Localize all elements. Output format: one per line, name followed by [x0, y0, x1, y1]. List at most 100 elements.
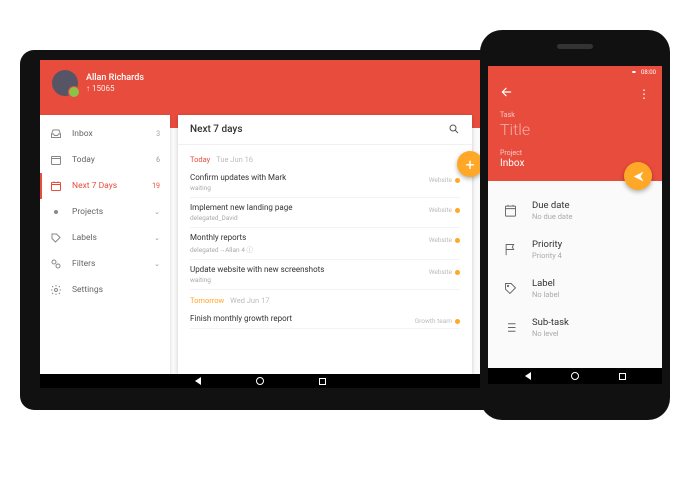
tablet-screen: Allan Richards ↑ 15065 Inbox 3 Today 6 — [40, 60, 480, 388]
calendar-week-icon — [50, 180, 62, 192]
task-tag: Website — [429, 176, 460, 184]
nav-back-icon[interactable] — [195, 377, 201, 385]
android-navbar — [488, 368, 662, 384]
user-profile[interactable]: Allan Richards ↑ 15065 — [52, 70, 144, 96]
sidebar-item-label: Projects — [72, 207, 103, 217]
sidebar-item-labels[interactable]: Labels ⌄ — [40, 225, 170, 251]
task-tag: Website — [429, 206, 460, 214]
option-due-date[interactable]: Due date No due date — [488, 191, 662, 230]
phone-topbar: ⋮ — [500, 84, 650, 103]
nav-home-icon[interactable] — [256, 377, 264, 385]
sidebar-item-label: Labels — [72, 233, 97, 243]
nav-back-icon[interactable] — [525, 372, 531, 380]
day-date: Tue Jun 16 — [216, 155, 253, 164]
task-tag: Website — [429, 236, 460, 244]
tag-icon — [502, 281, 518, 297]
day-heading-today: Today Tue Jun 16 — [190, 155, 460, 164]
option-label: Sub-task — [532, 317, 569, 328]
task-list: Today Tue Jun 16 Confirm updates with Ma… — [178, 145, 472, 333]
task-title: Implement new landing page — [190, 203, 460, 212]
send-icon — [632, 170, 645, 183]
option-label: Priority — [532, 239, 562, 250]
option-value: No label — [532, 290, 559, 299]
sidebar-item-count: 6 — [156, 156, 160, 164]
user-info: Allan Richards ↑ 15065 — [86, 73, 144, 93]
option-value: Priority 4 — [532, 251, 562, 260]
sidebar-item-label: Settings — [72, 285, 103, 295]
project-label: Project — [500, 149, 650, 157]
day-label: Tomorrow — [190, 296, 224, 305]
status-time: 08:00 — [641, 69, 656, 76]
sidebar-item-settings[interactable]: Settings — [40, 277, 170, 303]
task-sub: delegated_David — [190, 214, 460, 222]
phone-screen: 08:00 ⋮ Task Title Project Inbox Due dat… — [488, 66, 662, 384]
inbox-icon — [50, 128, 62, 140]
nav-home-icon[interactable] — [571, 372, 579, 380]
avatar — [52, 70, 78, 96]
more-icon[interactable]: ⋮ — [638, 91, 650, 97]
task-title-input[interactable]: Title — [500, 120, 650, 139]
sidebar-item-next7days[interactable]: Next 7 Days 19 — [40, 173, 170, 199]
task-options: Due date No due date Priority Priority 4… — [488, 181, 662, 357]
task-sub: waiting — [190, 276, 460, 284]
task-row[interactable]: Implement new landing page delegated_Dav… — [190, 198, 460, 228]
task-sub: waiting — [190, 184, 460, 192]
sidebar-item-label: Inbox — [72, 129, 93, 139]
tablet-body: Inbox 3 Today 6 Next 7 Days 19 Projects … — [40, 115, 480, 374]
phone-device: 08:00 ⋮ Task Title Project Inbox Due dat… — [480, 30, 670, 420]
sidebar-item-label: Today — [72, 155, 95, 165]
task-title: Confirm updates with Mark — [190, 173, 460, 182]
user-name: Allan Richards — [86, 73, 144, 84]
day-date: Wed Jun 17 — [230, 296, 269, 305]
day-heading-tomorrow: Tomorrow Wed Jun 17 — [190, 296, 460, 305]
label-icon — [50, 232, 62, 244]
flag-icon — [502, 242, 518, 258]
calendar-icon — [502, 203, 518, 219]
option-label: Label — [532, 278, 559, 289]
chevron-down-icon: ⌄ — [154, 234, 160, 242]
option-label: Due date — [532, 200, 572, 211]
task-tag: Growth team — [415, 317, 460, 325]
nav-recent-icon[interactable] — [319, 378, 326, 385]
task-row[interactable]: Confirm updates with Mark waiting Websit… — [190, 168, 460, 198]
add-task-button[interactable]: + — [457, 151, 480, 177]
sidebar-item-count: 3 — [156, 130, 160, 138]
task-label: Task — [500, 111, 650, 119]
sidebar-item-label: Filters — [72, 259, 95, 269]
list-icon — [502, 320, 518, 336]
option-value: No due date — [532, 212, 572, 221]
sidebar-item-inbox[interactable]: Inbox 3 — [40, 121, 170, 147]
sidebar-item-today[interactable]: Today 6 — [40, 147, 170, 173]
option-label-field[interactable]: Label No label — [488, 269, 662, 308]
option-subtask[interactable]: Sub-task No level — [488, 308, 662, 347]
day-label: Today — [190, 155, 210, 164]
card-title: Next 7 days — [190, 124, 242, 135]
gear-icon — [50, 284, 62, 296]
battery-icon — [631, 69, 637, 75]
sidebar-item-label: Next 7 Days — [72, 181, 117, 191]
task-row[interactable]: Update website with new screenshots wait… — [190, 260, 460, 290]
task-title: Monthly reports — [190, 233, 460, 242]
back-button[interactable] — [500, 84, 514, 103]
filter-icon — [50, 258, 62, 270]
android-navbar — [40, 374, 480, 388]
search-icon[interactable] — [448, 120, 460, 139]
option-priority[interactable]: Priority Priority 4 — [488, 230, 662, 269]
task-title: Update website with new screenshots — [190, 265, 460, 274]
task-tag: Website — [429, 268, 460, 276]
nav-recent-icon[interactable] — [619, 373, 626, 380]
card-header: Next 7 days — [178, 115, 472, 145]
task-card: Next 7 days + Today Tue Jun 16 Confirm u… — [178, 115, 472, 374]
sidebar-item-count: 19 — [152, 182, 160, 190]
user-karma: ↑ 15065 — [86, 84, 144, 94]
tablet-device: Allan Richards ↑ 15065 Inbox 3 Today 6 — [20, 50, 500, 410]
tablet-main: Next 7 days + Today Tue Jun 16 Confirm u… — [170, 115, 480, 374]
chevron-down-icon: ⌄ — [154, 260, 160, 268]
task-sub: delegated→Allan 4 ⓘ — [190, 244, 460, 254]
sidebar-item-filters[interactable]: Filters ⌄ — [40, 251, 170, 277]
send-button[interactable] — [624, 162, 652, 190]
task-row[interactable]: Finish monthly growth report Growth team — [190, 309, 460, 329]
task-row[interactable]: Monthly reports delegated→Allan 4 ⓘ Webs… — [190, 228, 460, 260]
sidebar-item-projects[interactable]: Projects ⌄ — [40, 199, 170, 225]
sidebar: Inbox 3 Today 6 Next 7 Days 19 Projects … — [40, 115, 170, 374]
